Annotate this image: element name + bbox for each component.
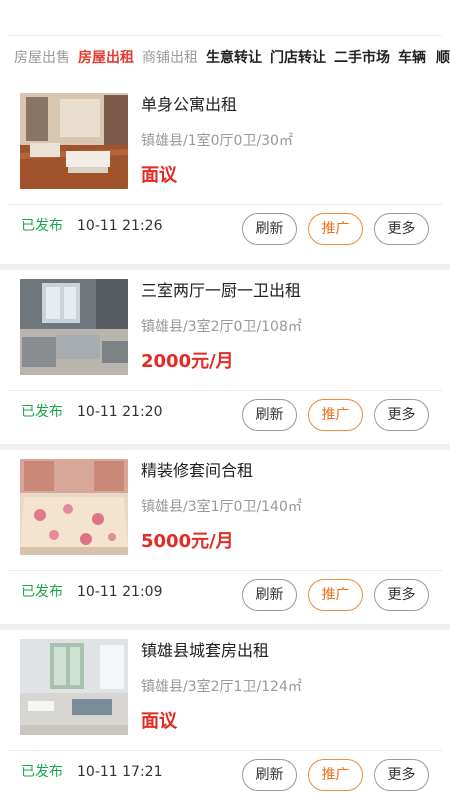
tab-overflow[interactable]: 顺 [436, 48, 450, 68]
listing-meta: 镇雄县/3室2厅0卫/108㎡ [141, 319, 302, 335]
category-tab-bar: 房屋出售 房屋出租 商铺出租 生意转让 门店转让 二手市场 车辆 顺 [0, 0, 450, 84]
listing-card[interactable]: 单身公寓出租 镇雄县/1室0厅0卫/30㎡ 面议 已发布 10-11 21:26… [0, 84, 450, 264]
card-divider [8, 204, 442, 205]
listing-meta: 镇雄县/1室0厅0卫/30㎡ [141, 133, 293, 149]
tab-store-transfer[interactable]: 门店转让 [270, 48, 326, 68]
refresh-button[interactable]: 刷新 [242, 399, 297, 431]
more-button[interactable]: 更多 [374, 399, 429, 431]
listing-card[interactable]: 三室两厅一厨一卫出租 镇雄县/3室2厅0卫/108㎡ 2000元/月 已发布 1… [0, 264, 450, 444]
more-button[interactable]: 更多 [374, 213, 429, 245]
promote-button[interactable]: 推广 [308, 579, 363, 611]
listing-price: 5000元/月 [141, 531, 234, 552]
refresh-button[interactable]: 刷新 [242, 759, 297, 791]
listing-photo[interactable] [20, 639, 128, 735]
listing-title[interactable]: 单身公寓出租 [141, 95, 237, 115]
listing-list: 单身公寓出租 镇雄县/1室0厅0卫/30㎡ 面议 已发布 10-11 21:26… [0, 84, 450, 800]
listing-title[interactable]: 镇雄县城套房出租 [141, 641, 269, 661]
tab-house-rent[interactable]: 房屋出租 [78, 48, 134, 68]
listing-photo[interactable] [20, 279, 128, 375]
status-badge: 已发布 [21, 404, 63, 420]
listing-card[interactable]: 精装修套间合租 镇雄县/3室1厅0卫/140㎡ 5000元/月 已发布 10-1… [0, 444, 450, 624]
more-button[interactable]: 更多 [374, 579, 429, 611]
listing-price: 2000元/月 [141, 351, 234, 372]
refresh-button[interactable]: 刷新 [242, 579, 297, 611]
bed-icon [20, 459, 128, 555]
publish-time: 10-11 21:26 [77, 218, 163, 234]
promote-button[interactable]: 推广 [308, 399, 363, 431]
sofa-room-icon [20, 279, 128, 375]
listing-title[interactable]: 精装修套间合租 [141, 461, 253, 481]
card-divider [8, 390, 442, 391]
tab-house-sale[interactable]: 房屋出售 [14, 48, 70, 68]
listing-photo[interactable] [20, 459, 128, 555]
promote-button[interactable]: 推广 [308, 213, 363, 245]
card-divider [8, 750, 442, 751]
listing-price: 面议 [141, 711, 177, 732]
status-badge: 已发布 [21, 764, 63, 780]
publish-time: 10-11 17:21 [77, 764, 163, 780]
status-badge: 已发布 [21, 218, 63, 234]
status-badge: 已发布 [21, 584, 63, 600]
tab-second-hand[interactable]: 二手市场 [334, 48, 390, 68]
listing-meta: 镇雄县/3室2厅1卫/124㎡ [141, 679, 302, 695]
publish-time: 10-11 21:20 [77, 404, 163, 420]
bright-living-room-icon [20, 639, 128, 735]
card-divider [8, 570, 442, 571]
listing-card[interactable]: 镇雄县城套房出租 镇雄县/3室2厅1卫/124㎡ 面议 已发布 10-11 17… [0, 624, 450, 800]
publish-time: 10-11 21:09 [77, 584, 163, 600]
tab-shop-rent[interactable]: 商铺出租 [142, 48, 198, 68]
listing-title[interactable]: 三室两厅一厨一卫出租 [141, 281, 301, 301]
top-divider [8, 35, 442, 36]
more-button[interactable]: 更多 [374, 759, 429, 791]
listing-photo[interactable] [20, 93, 128, 189]
promote-button[interactable]: 推广 [308, 759, 363, 791]
tab-business-transfer[interactable]: 生意转让 [206, 48, 262, 68]
listing-meta: 镇雄县/3室1厅0卫/140㎡ [141, 499, 302, 515]
refresh-button[interactable]: 刷新 [242, 213, 297, 245]
tab-vehicles[interactable]: 车辆 [398, 48, 426, 68]
living-room-icon [20, 93, 128, 189]
listing-price: 面议 [141, 165, 177, 186]
